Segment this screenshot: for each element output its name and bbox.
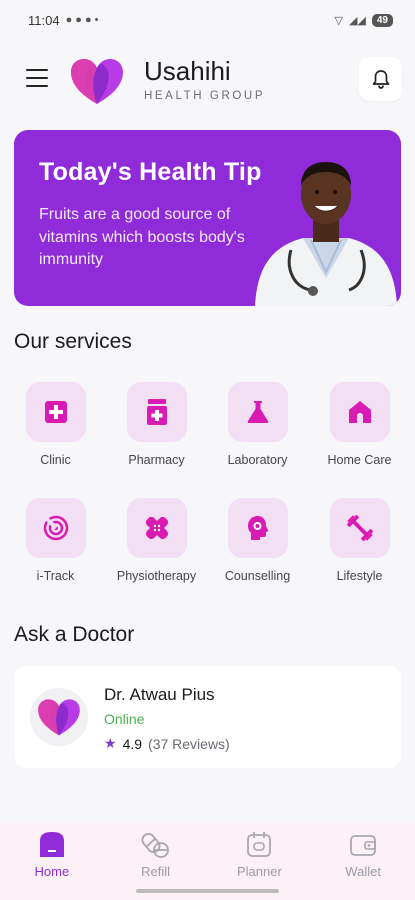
usahihi-logo-avatar (38, 699, 80, 736)
rating-score: 4.9 (122, 735, 143, 752)
service-tile (126, 382, 187, 442)
doctor-rating: ★ 4.9 (37 Reviews) (104, 735, 230, 752)
nav-label: Planner (236, 864, 282, 879)
nav-wallet[interactable]: Wallet (311, 823, 415, 900)
brand-subtitle: HEALTH GROUP (144, 90, 266, 102)
wifi-icon: ▽ (334, 14, 343, 27)
nav-label: Wallet (345, 864, 381, 879)
hamburger-menu-button[interactable] (26, 69, 48, 87)
gesture-navigation-bar[interactable] (136, 889, 279, 893)
service-label: Physiotherapy (116, 569, 197, 583)
service-pharmacy[interactable]: Pharmacy (109, 382, 204, 467)
service-tile (227, 382, 288, 442)
planner-icon (244, 831, 274, 859)
flask-icon (247, 401, 268, 423)
wallet-icon (348, 831, 378, 859)
service-physiotherapy[interactable]: Physiotherapy (109, 498, 204, 583)
status-right: ▽ ◢◢ 49 (334, 13, 393, 27)
status-bar: 11:04 ● ● ● • ▽ ◢◢ 49 (0, 0, 415, 40)
star-icon: ★ (104, 735, 117, 751)
dumbbell-icon (346, 514, 373, 542)
doctor-name: Dr. Atwau Pius (104, 685, 215, 704)
doctor-photo (255, 162, 397, 306)
services-section-title: Our services (14, 330, 132, 353)
service-counselling[interactable]: Counselling (210, 498, 305, 583)
usahihi-logo (71, 59, 123, 104)
service-home-care[interactable]: Home Care (312, 382, 407, 467)
review-count: (37 Reviews) (148, 735, 230, 752)
bell-icon (372, 70, 389, 89)
doctor-card[interactable]: Dr. Atwau Pius Online ★ 4.9 (37 Reviews) (14, 666, 401, 768)
nav-label: Home (34, 864, 70, 879)
status-time: 11:04 (28, 12, 60, 28)
pill-bottle-icon (146, 399, 167, 425)
battery-indicator: 49 (371, 13, 393, 27)
bandage-icon (145, 516, 168, 540)
service-tile (25, 382, 86, 442)
service-lifestyle[interactable]: Lifestyle (312, 498, 407, 583)
doctor-status: Online (104, 711, 145, 727)
service-clinic[interactable]: Clinic (8, 382, 103, 467)
service-tile (329, 498, 390, 558)
service-label: Home Care (327, 453, 392, 467)
home-icon (348, 401, 371, 423)
health-tip-banner[interactable]: Today's Health Tip Fruits are a good sou… (14, 130, 401, 306)
service-laboratory[interactable]: Laboratory (210, 382, 305, 467)
service-tile (329, 382, 390, 442)
service-label: Laboratory (227, 453, 288, 467)
service-tile (227, 498, 288, 558)
service-label: Lifestyle (336, 569, 383, 583)
service-label: Pharmacy (128, 453, 185, 467)
doctor-avatar (30, 688, 88, 746)
app-header: Usahihi HEALTH GROUP (0, 52, 415, 108)
signal-icon: ◢◢ (348, 14, 366, 27)
nav-home[interactable]: Home (0, 823, 104, 900)
status-left: 11:04 ● ● ● • (28, 13, 99, 28)
pills-icon (141, 831, 171, 859)
medical-cross-icon (44, 401, 67, 423)
brand-name: Usahihi (144, 56, 231, 86)
tracking-icon (43, 515, 68, 541)
notification-icons: ● ● ● • (65, 14, 99, 26)
head-gear-icon (247, 516, 268, 540)
service-label: Clinic (40, 453, 71, 467)
menu-line (26, 85, 48, 87)
service-label: Counselling (224, 569, 291, 583)
menu-line (26, 69, 48, 71)
home-nav-icon (37, 831, 67, 859)
menu-line (26, 77, 48, 79)
nav-label: Refill (141, 864, 171, 879)
ask-doctor-section-title: Ask a Doctor (14, 623, 135, 646)
service-tile (25, 498, 86, 558)
health-tip-title: Today's Health Tip (39, 158, 262, 186)
service-i-track[interactable]: i-Track (8, 498, 103, 583)
service-label: i-Track (36, 569, 75, 583)
service-tile (126, 498, 187, 558)
health-tip-text: Fruits are a good source of vitamins whi… (39, 206, 245, 268)
notifications-button[interactable] (359, 57, 402, 101)
